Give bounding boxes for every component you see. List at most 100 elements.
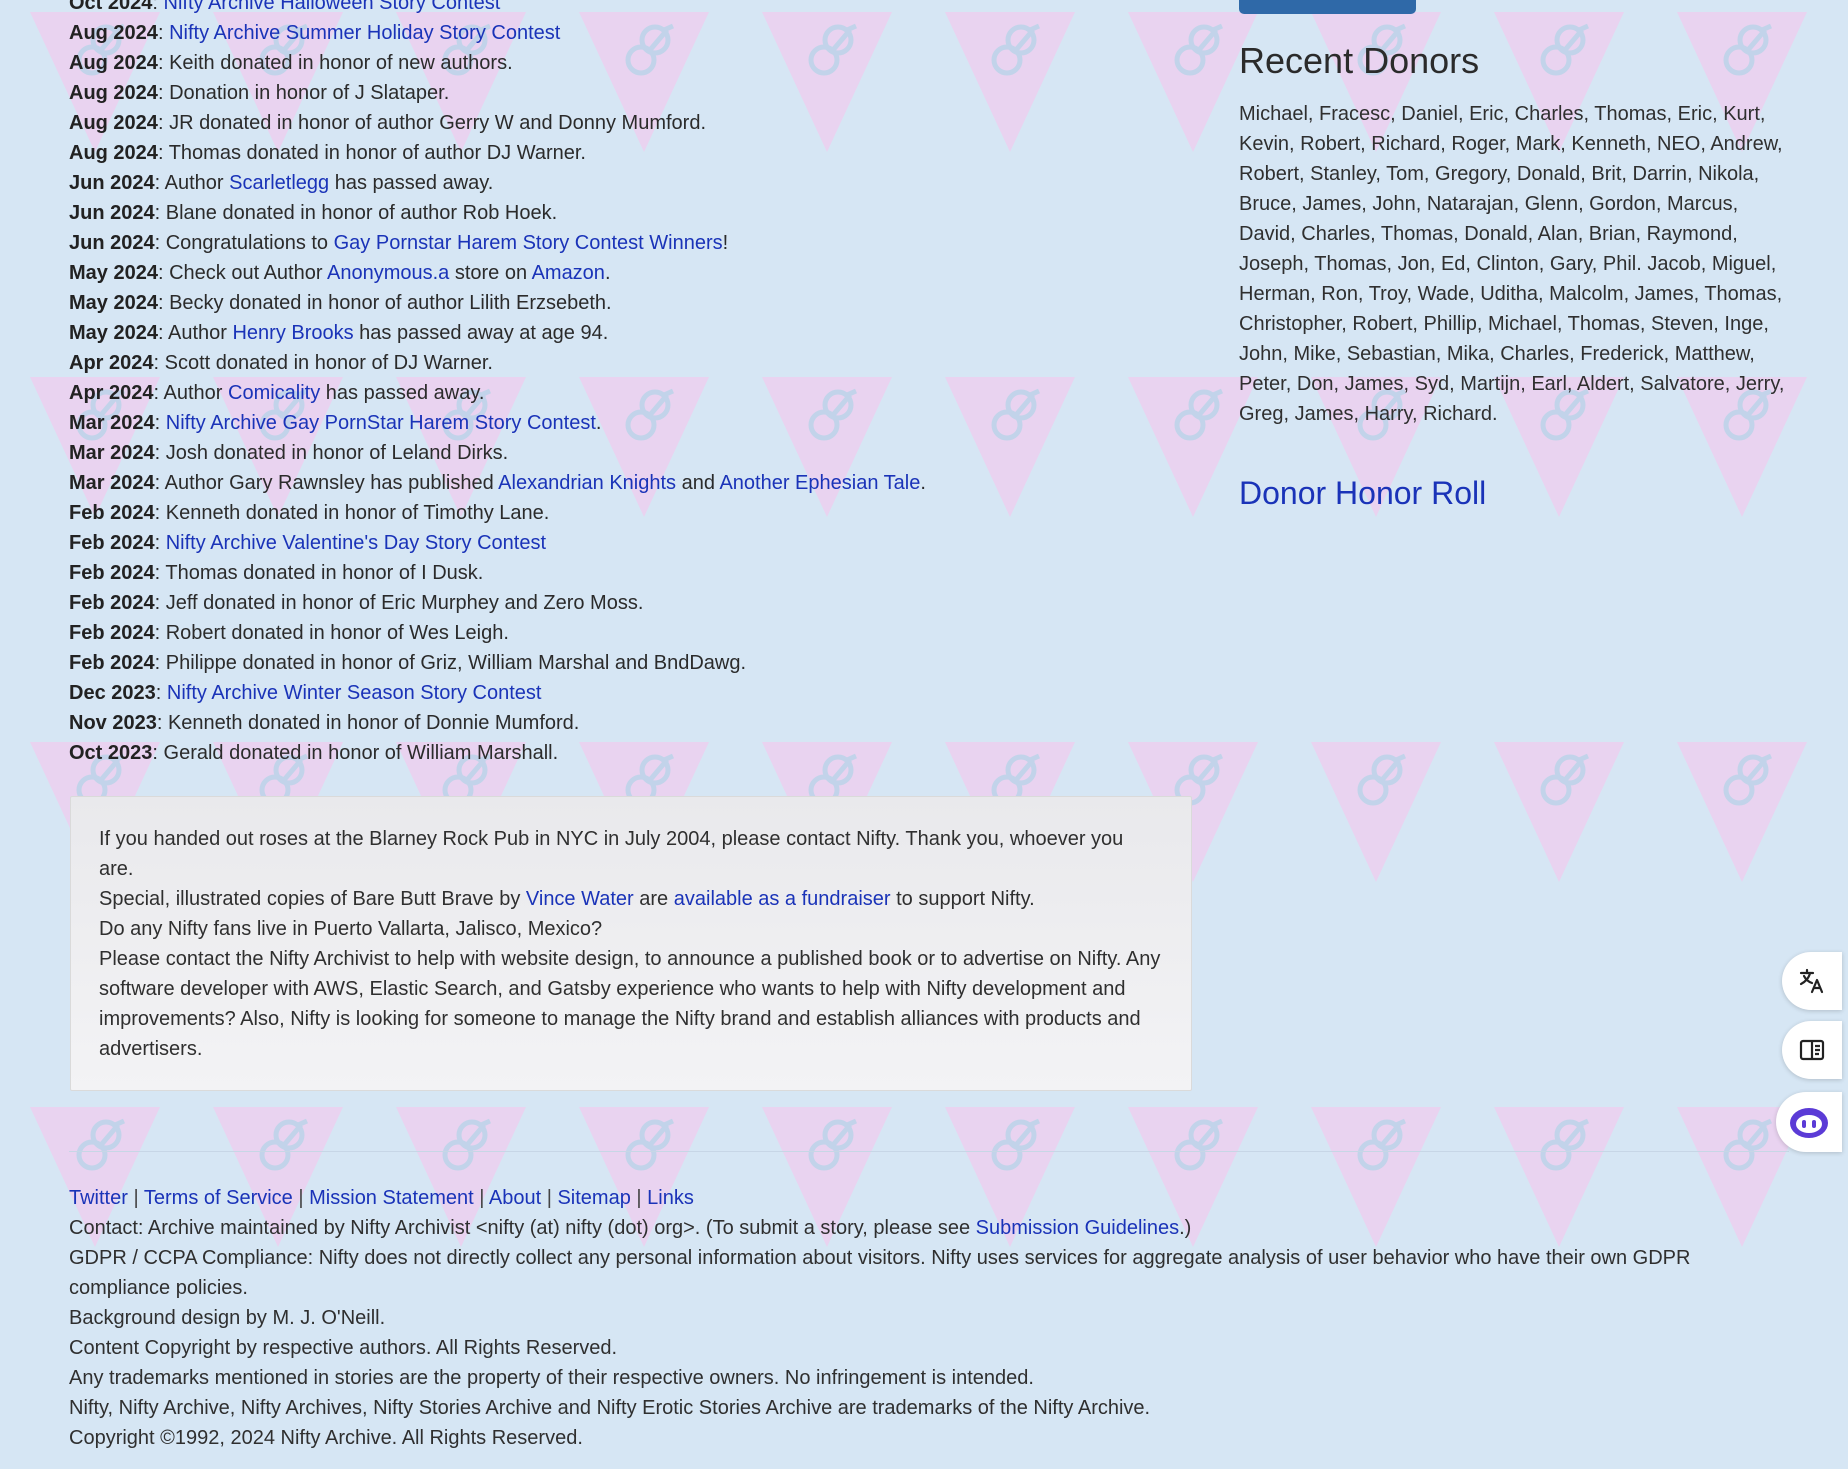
news-item: Feb 2024: Nifty Archive Valentine's Day … [69, 532, 547, 554]
notice-box: If you handed out roses at the Blarney R… [70, 796, 1192, 1091]
news-date: Aug 2024 [69, 52, 158, 74]
news-link[interactable]: Alexandrian Knights [498, 472, 676, 494]
news-link[interactable]: Nifty Archive Gay PornStar Harem Story C… [166, 412, 596, 434]
about-link[interactable]: About [489, 1187, 541, 1209]
contact-line: Contact: Archive maintained by Nifty Arc… [69, 1217, 1192, 1239]
news-text: Becky donated in honor of author Lilith … [169, 292, 612, 314]
news-text: JR donated in honor of author Gerry W an… [169, 112, 706, 134]
news-item: Jun 2024: Author Scarletlegg has passed … [69, 172, 494, 194]
news-text: ! [722, 232, 729, 254]
news-text: Gerald donated in honor of William Marsh… [163, 742, 559, 764]
news-item: May 2024: Author Henry Brooks has passed… [69, 322, 609, 344]
donate-button[interactable] [1239, 0, 1416, 14]
news-date: Mar 2024 [69, 412, 155, 434]
reader-mode-button[interactable] [1782, 1021, 1842, 1079]
news-item: Aug 2024: Nifty Archive Summer Holiday S… [69, 22, 561, 44]
news-text: . [595, 412, 602, 434]
news-item: Feb 2024: Robert donated in honor of Wes… [69, 622, 509, 644]
news-link[interactable]: Another Ephesian Tale [719, 472, 920, 494]
news-item: May 2024: Check out Author Anonymous.a s… [69, 262, 611, 284]
links-link[interactable]: Links [647, 1187, 694, 1209]
news-text: Author [163, 382, 228, 404]
news-date: Feb 2024 [69, 502, 155, 524]
news-item: Apr 2024: Scott donated in honor of DJ W… [69, 352, 493, 374]
footer-links: Twitter | Terms of Service | Mission Sta… [69, 1183, 1789, 1213]
contact-notice: Please contact the Nifty Archivist to he… [99, 948, 1161, 1060]
news-link[interactable]: Anonymous.a [327, 262, 449, 284]
news-item: Dec 2023: Nifty Archive Winter Season St… [69, 682, 542, 704]
sitemap-link[interactable]: Sitemap [557, 1187, 630, 1209]
news-text: Jeff donated in honor of Eric Murphey an… [165, 592, 644, 614]
news-date: Feb 2024 [69, 592, 155, 614]
news-link[interactable]: Scarletlegg [229, 172, 329, 194]
news-date: May 2024 [69, 262, 158, 284]
news-text: Author [164, 172, 230, 194]
news-date: Aug 2024 [69, 112, 158, 134]
trademark-notice: Any trademarks mentioned in stories are … [69, 1367, 1034, 1389]
news-item: Mar 2024: Author Gary Rawnsley has publi… [69, 472, 926, 494]
news-text: has passed away. [320, 382, 485, 404]
news-date: Feb 2024 [69, 532, 155, 554]
news-item: Oct 2023: Gerald donated in honor of Wil… [69, 742, 559, 764]
news-text: Kenneth donated in honor of Timothy Lane… [165, 502, 550, 524]
news-text: . [920, 472, 926, 494]
separator: | [636, 1187, 642, 1209]
news-date: Dec 2023 [69, 682, 156, 704]
recent-donors-list: Michael, Fracesc, Daniel, Eric, Charles,… [1239, 103, 1785, 425]
news-date: Feb 2024 [69, 622, 155, 644]
background-credit: Background design by M. J. O'Neill. [69, 1307, 386, 1329]
news-text: has passed away at age 94. [353, 322, 609, 344]
news-date: Aug 2024 [69, 22, 158, 44]
news-item: Feb 2024: Philippe donated in honor of G… [69, 652, 747, 674]
news-date: Apr 2024 [69, 382, 154, 404]
reader-mode-icon [1799, 1039, 1825, 1061]
footer: Twitter | Terms of Service | Mission Sta… [69, 1183, 1789, 1453]
news-item: Feb 2024: Thomas donated in honor of I D… [69, 562, 484, 584]
vince-water-link[interactable]: Vince Water [526, 888, 634, 910]
news-text: Keith donated in honor of new authors. [169, 52, 513, 74]
news-item: Aug 2024: Thomas donated in honor of aut… [69, 142, 586, 164]
news-link[interactable]: Nifty Archive Winter Season Story Contes… [167, 682, 542, 704]
news-link[interactable]: Henry Brooks [232, 322, 353, 344]
news-date: Jun 2024 [69, 232, 155, 254]
news-link[interactable]: Gay Pornstar Harem Story Contest Winners [334, 232, 723, 254]
fundraiser-link[interactable]: available as a fundraiser [674, 888, 891, 910]
footer-divider [69, 1151, 1789, 1152]
news-text: Kenneth donated in honor of Donnie Mumfo… [167, 712, 580, 734]
separator: | [298, 1187, 304, 1209]
news-item: Oct 2024: Nifty Archive Halloween Story … [69, 0, 1169, 18]
separator: | [546, 1187, 552, 1209]
news-text: Donation in honor of J Slataper. [169, 82, 450, 104]
news-item: Nov 2023: Kenneth donated in honor of Do… [69, 712, 580, 734]
news-date: Aug 2024 [69, 82, 158, 104]
news-date: Apr 2024 [69, 352, 154, 374]
terms-of-service-link[interactable]: Terms of Service [144, 1187, 293, 1209]
assistant-bot-icon [1790, 1108, 1828, 1138]
news-date: May 2024 [69, 292, 158, 314]
news-date: May 2024 [69, 322, 158, 344]
translate-button[interactable] [1782, 952, 1842, 1010]
roses-notice: If you handed out roses at the Blarney R… [99, 828, 1124, 880]
news-text: Philippe donated in honor of Griz, Willi… [165, 652, 747, 674]
news-text: and [676, 472, 720, 494]
assistant-button[interactable] [1776, 1092, 1842, 1152]
submission-guidelines-link[interactable]: Submission Guidelines [976, 1217, 1179, 1239]
separator: | [479, 1187, 485, 1209]
news-link[interactable]: Comicality [228, 382, 320, 404]
news-date: Feb 2024 [69, 652, 155, 674]
news-link[interactable]: Nifty Archive Halloween Story Contest [164, 0, 501, 14]
news-link[interactable]: Nifty Archive Valentine's Day Story Cont… [166, 532, 546, 554]
news-item: Aug 2024: Keith donated in honor of new … [69, 52, 513, 74]
news-text: Thomas donated in honor of author DJ War… [168, 142, 586, 164]
news-text: store on [449, 262, 532, 284]
news-link[interactable]: Amazon [532, 262, 605, 284]
news-text: Robert donated in honor of Wes Leigh. [165, 622, 509, 644]
mission-statement-link[interactable]: Mission Statement [309, 1187, 474, 1209]
news-text: Congratulations to [165, 232, 334, 254]
donor-honor-roll-link[interactable]: Donor Honor Roll [1239, 475, 1486, 512]
news-date: Mar 2024 [69, 472, 155, 494]
twitter-link[interactable]: Twitter [69, 1187, 128, 1209]
news-item: May 2024: Becky donated in honor of auth… [69, 292, 612, 314]
news-link[interactable]: Nifty Archive Summer Holiday Story Conte… [169, 22, 560, 44]
news-item: Feb 2024: Kenneth donated in honor of Ti… [69, 502, 550, 524]
